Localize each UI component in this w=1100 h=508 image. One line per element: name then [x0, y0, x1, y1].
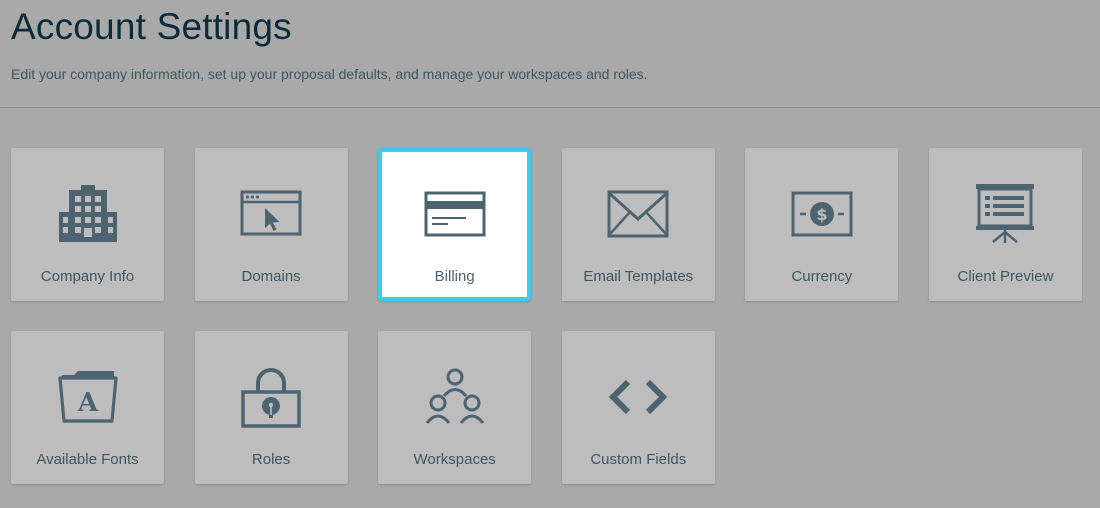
- credit-card-icon: [419, 182, 491, 246]
- workspaces-tile[interactable]: Workspaces: [378, 331, 532, 484]
- roles-tile[interactable]: Roles: [194, 331, 348, 484]
- tile-label: Custom Fields: [590, 451, 687, 468]
- banknote-icon: $: [786, 182, 858, 246]
- svg-text:$: $: [816, 205, 827, 224]
- envelope-icon: [602, 182, 674, 246]
- presentation-icon: [969, 182, 1041, 246]
- building-icon: [52, 182, 124, 246]
- svg-text:A: A: [76, 388, 98, 418]
- company-info-tile[interactable]: Company Info: [11, 148, 164, 301]
- browser-cursor-icon: [235, 182, 307, 246]
- email-templates-tile[interactable]: Email Templates: [561, 148, 715, 301]
- padlock-icon: [235, 365, 307, 429]
- tile-label: Workspaces: [413, 451, 496, 468]
- font-folder-icon: A: [52, 365, 124, 429]
- code-brackets-icon: [602, 365, 674, 429]
- tile-label: Company Info: [40, 268, 135, 285]
- tile-label: Currency: [791, 268, 853, 285]
- tile-label: Email Templates: [583, 268, 694, 285]
- available-fonts-tile[interactable]: A Available Fonts: [11, 331, 164, 484]
- tile-label: Roles: [251, 451, 291, 468]
- tile-label: Billing: [434, 268, 475, 285]
- custom-fields-tile[interactable]: Custom Fields: [561, 331, 715, 484]
- page-title: Account Settings: [11, 6, 292, 47]
- page-subtitle: Edit your company information, set up yo…: [11, 66, 648, 82]
- billing-tile[interactable]: Billing: [378, 148, 532, 301]
- people-group-icon: [419, 365, 491, 429]
- currency-tile[interactable]: $ Currency: [745, 148, 899, 301]
- settings-tile-grid: Company Info Domains Billing Email Templ…: [11, 148, 1082, 484]
- client-preview-tile[interactable]: Client Preview: [928, 148, 1082, 301]
- domains-tile[interactable]: Domains: [194, 148, 348, 301]
- tile-label: Available Fonts: [36, 451, 139, 468]
- page-header: Account Settings Edit your company infor…: [0, 0, 1100, 108]
- tile-label: Client Preview: [957, 268, 1054, 285]
- tile-label: Domains: [241, 268, 301, 285]
